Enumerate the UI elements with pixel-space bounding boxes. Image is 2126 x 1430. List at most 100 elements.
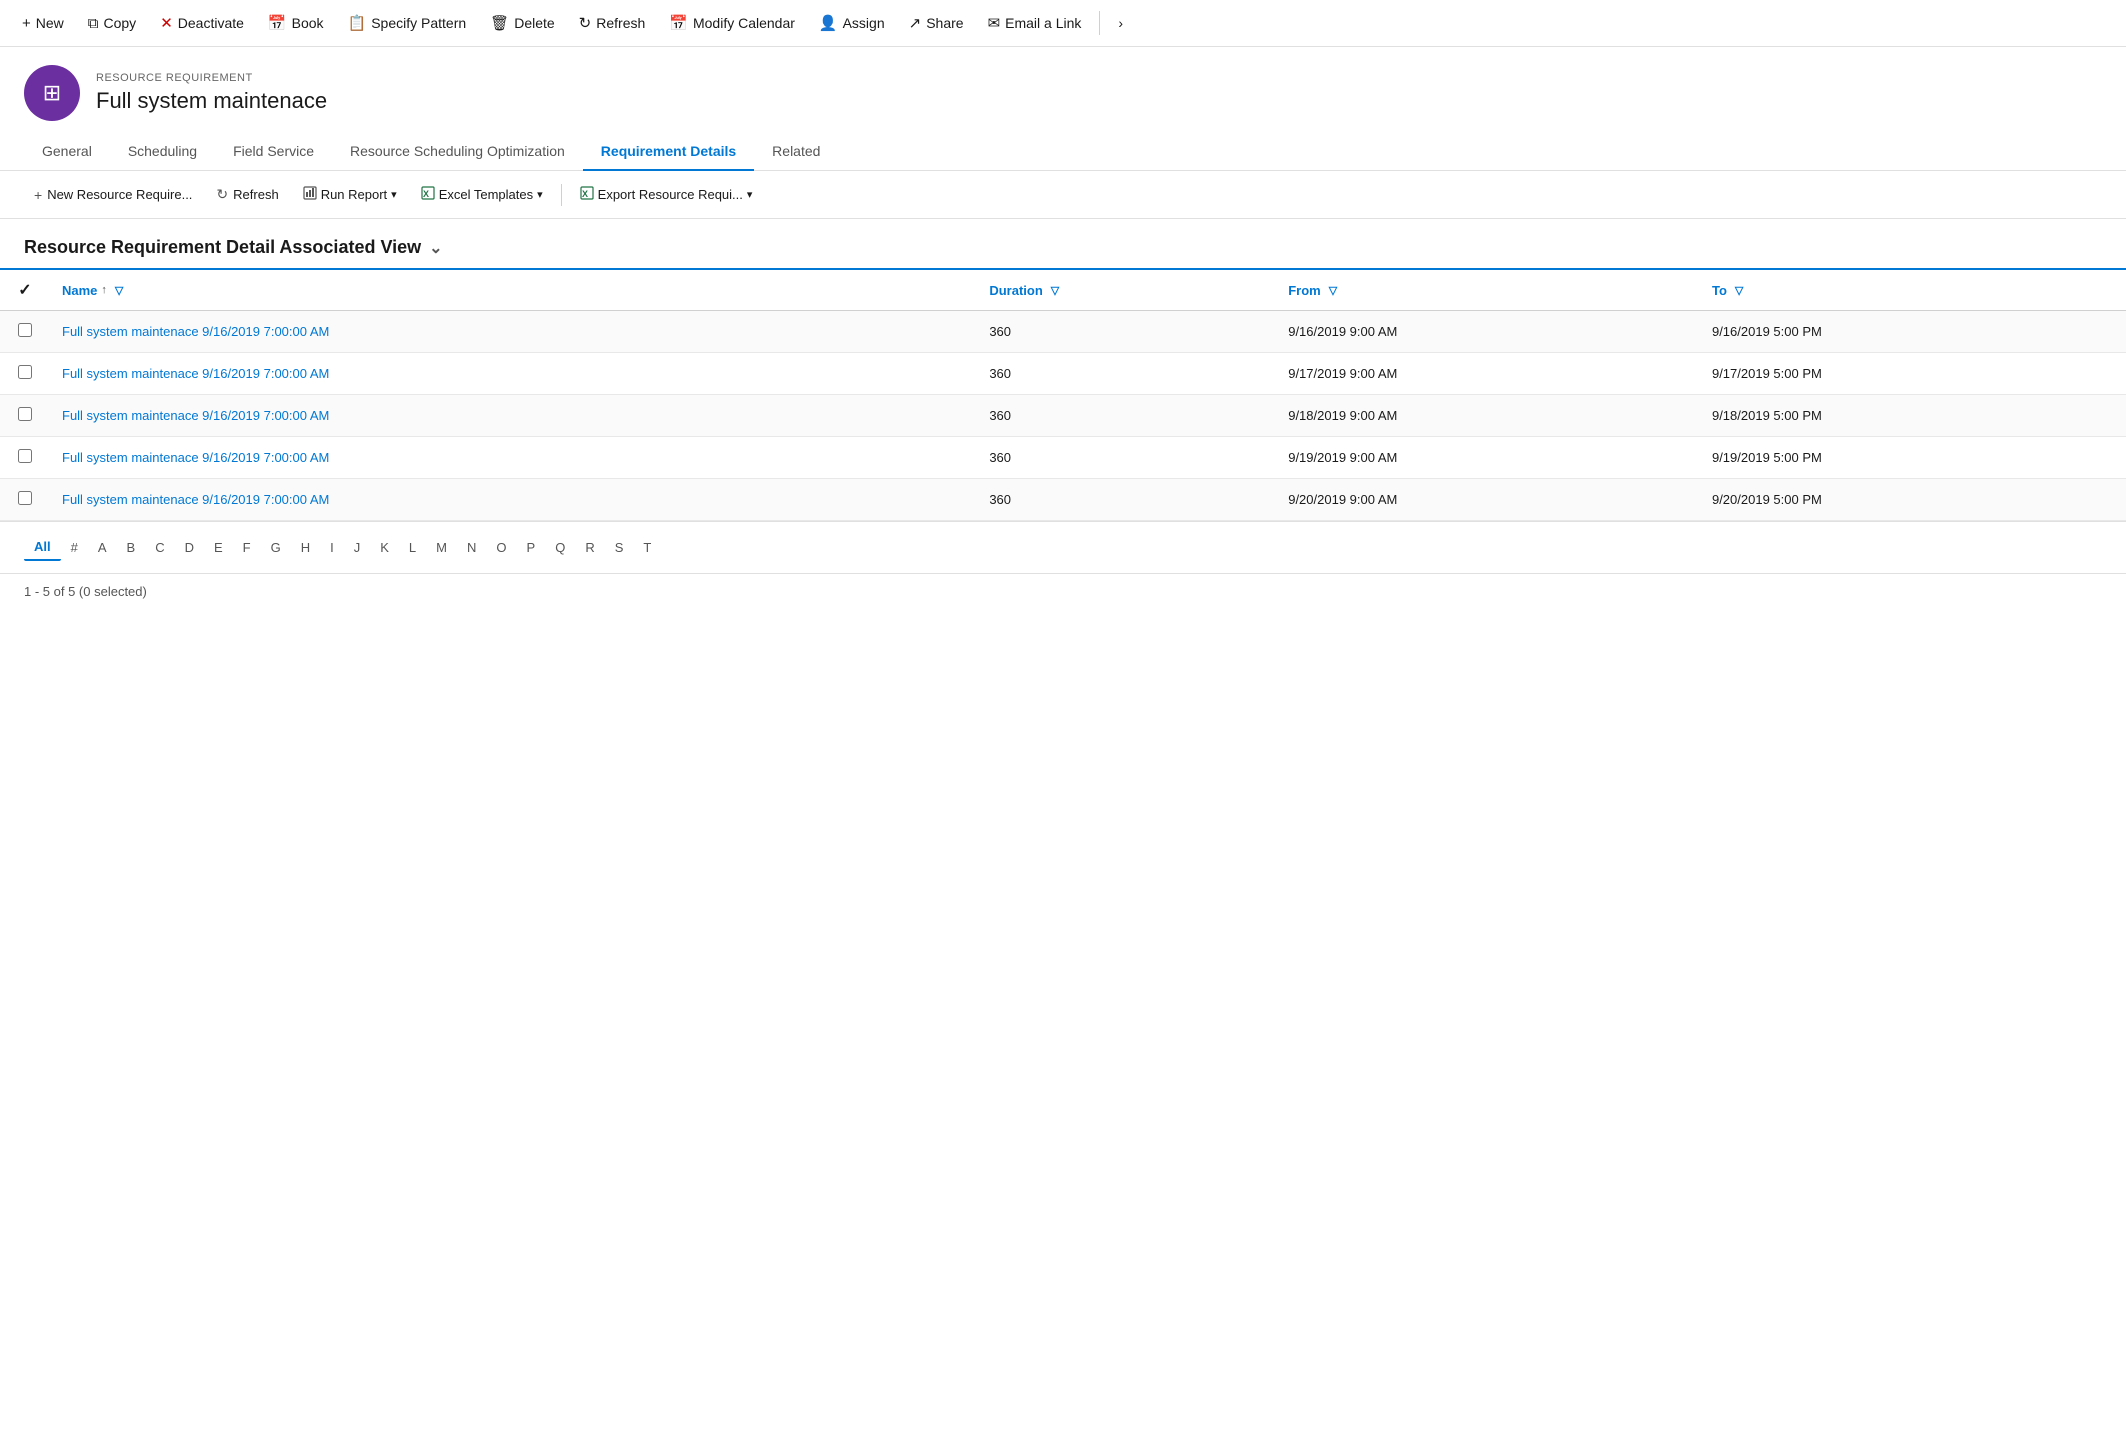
alpha-item-m[interactable]: M bbox=[426, 535, 457, 560]
name-filter-icon[interactable]: ▽ bbox=[115, 284, 123, 297]
row-name-link[interactable]: Full system maintenace 9/16/2019 7:00:00… bbox=[62, 450, 329, 465]
avatar-icon: ⊞ bbox=[43, 80, 61, 106]
row-checkbox[interactable] bbox=[18, 449, 32, 463]
th-from: From ▽ bbox=[1276, 269, 1700, 311]
run-report-chevron: ▾ bbox=[391, 188, 397, 201]
alpha-item-h[interactable]: H bbox=[291, 535, 320, 560]
deactivate-button[interactable]: ✕ Deactivate bbox=[150, 8, 254, 38]
sub-toolbar: + New Resource Require... ↻ Refresh Run … bbox=[0, 171, 2126, 219]
specify-pattern-button[interactable]: 📋 Specify Pattern bbox=[338, 8, 477, 38]
row-checkbox[interactable] bbox=[18, 491, 32, 505]
alpha-item-g[interactable]: G bbox=[261, 535, 291, 560]
tab-resource-scheduling-optimization[interactable]: Resource Scheduling Optimization bbox=[332, 133, 583, 171]
row-to-cell: 9/20/2019 5:00 PM bbox=[1700, 479, 2126, 521]
export-resource-icon: X bbox=[580, 186, 594, 203]
row-checkbox-cell bbox=[0, 437, 50, 479]
table-row: Full system maintenace 9/16/2019 7:00:00… bbox=[0, 479, 2126, 521]
row-checkbox[interactable] bbox=[18, 407, 32, 421]
alpha-item-c[interactable]: C bbox=[145, 535, 174, 560]
alpha-item-b[interactable]: B bbox=[117, 535, 146, 560]
name-sort-icon[interactable]: ↑ bbox=[101, 284, 107, 296]
view-title[interactable]: Resource Requirement Detail Associated V… bbox=[0, 219, 2126, 268]
duration-filter-icon[interactable]: ▽ bbox=[1051, 284, 1059, 297]
row-checkbox[interactable] bbox=[18, 365, 32, 379]
alpha-item-p[interactable]: P bbox=[517, 535, 546, 560]
record-type: RESOURCE REQUIREMENT bbox=[96, 72, 327, 84]
alpha-item-n[interactable]: N bbox=[457, 535, 486, 560]
alpha-item-d[interactable]: D bbox=[175, 535, 204, 560]
th-from-sort[interactable]: From ▽ bbox=[1288, 283, 1337, 298]
view-title-chevron: ⌄ bbox=[429, 238, 442, 258]
copy-icon: ⧉ bbox=[88, 15, 99, 32]
svg-text:X: X bbox=[423, 189, 429, 199]
alpha-item-i[interactable]: I bbox=[320, 535, 344, 560]
alpha-item-all[interactable]: All bbox=[24, 534, 61, 561]
assign-button[interactable]: 👤 Assign bbox=[809, 8, 895, 38]
copy-button[interactable]: ⧉ Copy bbox=[78, 9, 146, 38]
share-button[interactable]: ↗ Share bbox=[899, 8, 974, 38]
alpha-item-j[interactable]: J bbox=[344, 535, 371, 560]
new-icon: + bbox=[22, 15, 31, 32]
refresh-button[interactable]: ↻ Refresh bbox=[569, 8, 656, 38]
row-name-cell: Full system maintenace 9/16/2019 7:00:00… bbox=[50, 437, 977, 479]
tab-field-service[interactable]: Field Service bbox=[215, 133, 332, 171]
toolbar-more-button[interactable]: › bbox=[1108, 9, 1133, 37]
th-to: To ▽ bbox=[1700, 269, 2126, 311]
row-duration-cell: 360 bbox=[977, 479, 1276, 521]
book-button[interactable]: 📅 Book bbox=[258, 8, 334, 38]
excel-templates-button[interactable]: X Excel Templates ▾ bbox=[411, 181, 553, 208]
to-filter-icon[interactable]: ▽ bbox=[1735, 284, 1743, 297]
alpha-item-s[interactable]: S bbox=[605, 535, 634, 560]
alpha-item-k[interactable]: K bbox=[370, 535, 399, 560]
tab-requirement-details[interactable]: Requirement Details bbox=[583, 133, 754, 171]
th-check: ✓ bbox=[0, 269, 50, 311]
sub-separator bbox=[561, 184, 562, 206]
alpha-item-q[interactable]: Q bbox=[545, 535, 575, 560]
record-title-block: RESOURCE REQUIREMENT Full system mainten… bbox=[96, 72, 327, 114]
email-link-button[interactable]: ✉ Email a Link bbox=[978, 8, 1092, 38]
new-resource-button[interactable]: + New Resource Require... bbox=[24, 182, 202, 208]
th-duration-sort[interactable]: Duration ▽ bbox=[989, 283, 1059, 298]
from-filter-icon[interactable]: ▽ bbox=[1329, 284, 1337, 297]
row-checkbox[interactable] bbox=[18, 323, 32, 337]
assign-icon: 👤 bbox=[819, 14, 838, 32]
run-report-button[interactable]: Run Report ▾ bbox=[293, 181, 407, 208]
alpha-item-e[interactable]: E bbox=[204, 535, 233, 560]
table-row: Full system maintenace 9/16/2019 7:00:00… bbox=[0, 395, 2126, 437]
export-resource-button[interactable]: X Export Resource Requi... ▾ bbox=[570, 181, 763, 208]
alpha-item-o[interactable]: O bbox=[486, 535, 516, 560]
alpha-item-l[interactable]: L bbox=[399, 535, 426, 560]
tab-general[interactable]: General bbox=[24, 133, 110, 171]
th-to-sort[interactable]: To ▽ bbox=[1712, 283, 1743, 298]
row-name-link[interactable]: Full system maintenace 9/16/2019 7:00:00… bbox=[62, 324, 329, 339]
alpha-item-f[interactable]: F bbox=[233, 535, 261, 560]
select-all-checkmark[interactable]: ✓ bbox=[18, 282, 31, 299]
th-name-sort[interactable]: Name ↑ ▽ bbox=[62, 283, 123, 298]
row-name-cell: Full system maintenace 9/16/2019 7:00:00… bbox=[50, 479, 977, 521]
alpha-item-#[interactable]: # bbox=[61, 535, 88, 560]
alpha-item-a[interactable]: A bbox=[88, 535, 117, 560]
deactivate-icon: ✕ bbox=[160, 14, 173, 32]
data-table-wrap: ✓ Name ↑ ▽ Duration ▽ bbox=[0, 268, 2126, 521]
tab-scheduling[interactable]: Scheduling bbox=[110, 133, 215, 171]
record-header: ⊞ RESOURCE REQUIREMENT Full system maint… bbox=[0, 47, 2126, 133]
delete-button[interactable]: 🗑 Delete bbox=[480, 8, 565, 38]
row-name-link[interactable]: Full system maintenace 9/16/2019 7:00:00… bbox=[62, 408, 329, 423]
tab-related[interactable]: Related bbox=[754, 133, 838, 171]
th-duration: Duration ▽ bbox=[977, 269, 1276, 311]
row-name-cell: Full system maintenace 9/16/2019 7:00:00… bbox=[50, 311, 977, 353]
alpha-item-r[interactable]: R bbox=[575, 535, 604, 560]
th-name: Name ↑ ▽ bbox=[50, 269, 977, 311]
table-header-row: ✓ Name ↑ ▽ Duration ▽ bbox=[0, 269, 2126, 311]
table-row: Full system maintenace 9/16/2019 7:00:00… bbox=[0, 437, 2126, 479]
alpha-item-t[interactable]: T bbox=[633, 535, 661, 560]
new-button[interactable]: + New bbox=[12, 9, 74, 38]
row-to-cell: 9/16/2019 5:00 PM bbox=[1700, 311, 2126, 353]
modify-calendar-button[interactable]: 📅 Modify Calendar bbox=[659, 8, 805, 38]
row-duration-cell: 360 bbox=[977, 395, 1276, 437]
sub-refresh-button[interactable]: ↻ Refresh bbox=[206, 181, 288, 208]
row-name-link[interactable]: Full system maintenace 9/16/2019 7:00:00… bbox=[62, 492, 329, 507]
row-duration-cell: 360 bbox=[977, 353, 1276, 395]
modify-calendar-icon: 📅 bbox=[669, 14, 688, 32]
row-name-link[interactable]: Full system maintenace 9/16/2019 7:00:00… bbox=[62, 366, 329, 381]
